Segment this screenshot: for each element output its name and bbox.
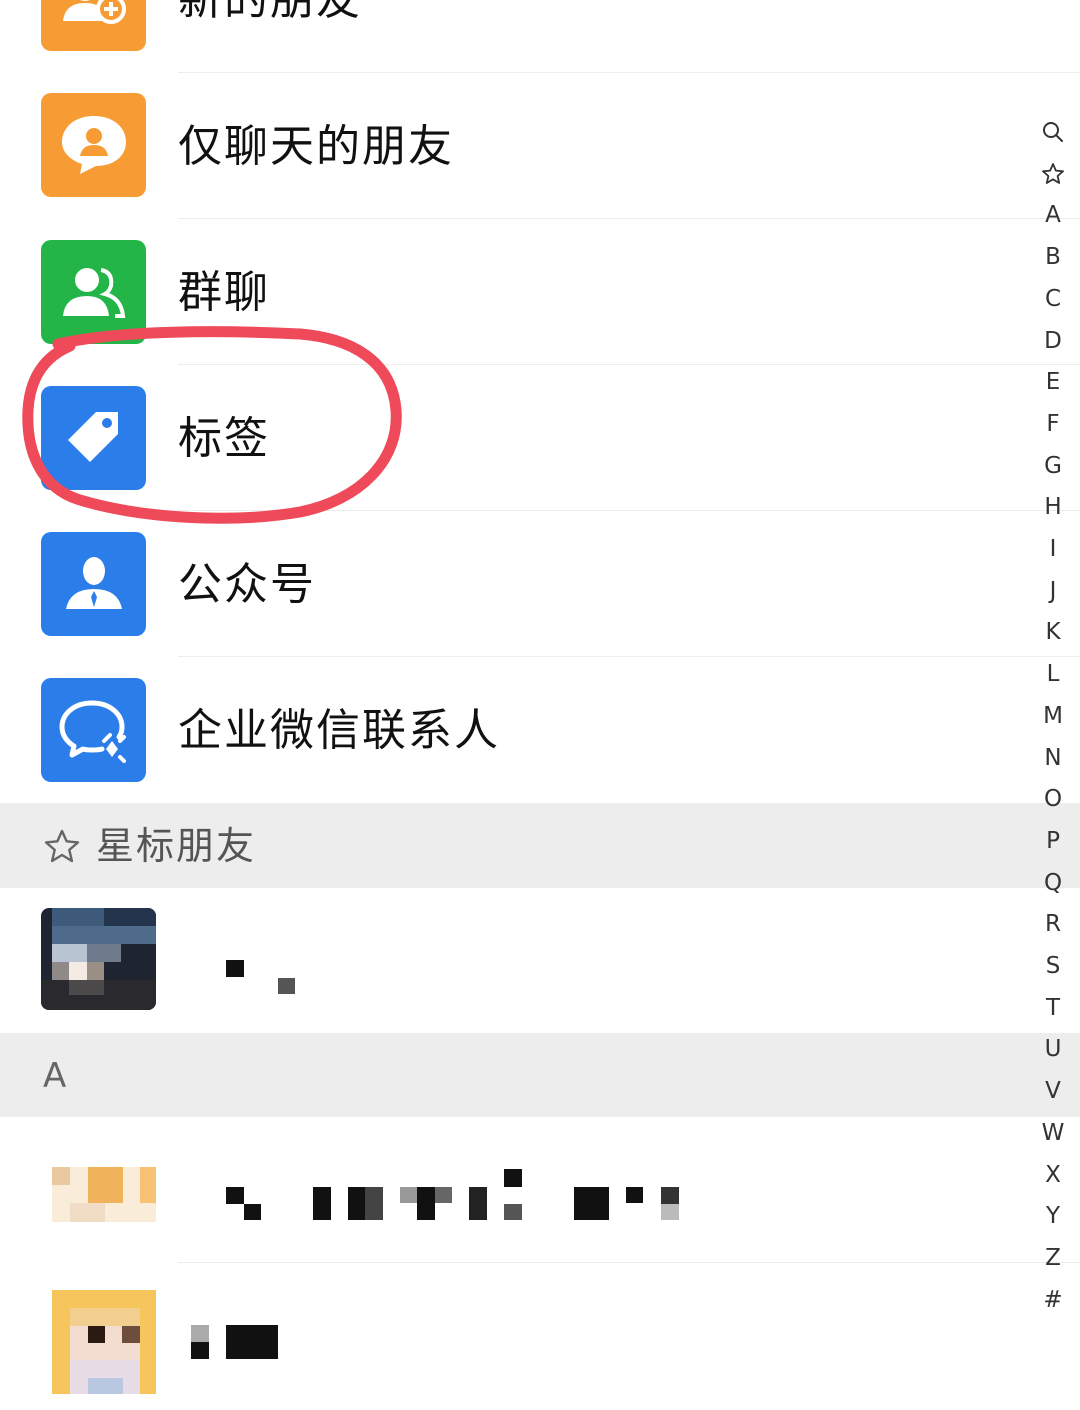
section-header-a: A	[0, 1033, 1080, 1117]
menu-label: 标签	[178, 413, 270, 464]
index-letter[interactable]: V	[1030, 1071, 1076, 1111]
index-letter[interactable]: X	[1030, 1155, 1076, 1195]
menu-label: 公众号	[178, 559, 316, 610]
index-letter[interactable]: J	[1030, 571, 1076, 611]
menu-label: 群聊	[178, 267, 270, 318]
menu-item-chat-only-friends[interactable]: 仅聊天的朋友	[0, 73, 1080, 219]
index-letter[interactable]: D	[1030, 321, 1076, 361]
index-search-icon[interactable]	[1030, 112, 1076, 152]
menu-item-tags[interactable]: 标签	[0, 365, 1080, 511]
index-letter[interactable]: U	[1030, 1029, 1076, 1069]
index-letter[interactable]: Q	[1030, 863, 1076, 903]
index-letter[interactable]: P	[1030, 821, 1076, 861]
contact-row[interactable]	[0, 1117, 1080, 1262]
chat-friend-icon	[41, 93, 146, 197]
group-chat-icon	[41, 240, 146, 344]
index-letter[interactable]: A	[1030, 195, 1076, 235]
index-letter[interactable]: N	[1030, 738, 1076, 778]
avatar	[52, 1290, 156, 1394]
index-letter[interactable]: G	[1030, 446, 1076, 486]
official-account-icon	[41, 532, 146, 636]
index-star-icon[interactable]	[1030, 154, 1076, 194]
menu-item-official-accounts[interactable]: 公众号	[0, 511, 1080, 657]
index-letter[interactable]: B	[1030, 237, 1076, 277]
menu-label: 新的朋友	[178, 0, 362, 22]
index-letter[interactable]: H	[1030, 487, 1076, 527]
section-title: A	[43, 1056, 69, 1096]
section-title: 星标朋友	[96, 824, 257, 868]
index-letter[interactable]: W	[1030, 1113, 1076, 1153]
index-letter[interactable]: K	[1030, 612, 1076, 652]
index-letter[interactable]: R	[1030, 904, 1076, 944]
menu-item-work-contacts[interactable]: 企业微信联系人	[0, 657, 1080, 803]
tag-icon	[41, 386, 146, 490]
menu-label: 企业微信联系人	[178, 705, 500, 756]
contact-row[interactable]	[0, 888, 1080, 1033]
index-letter[interactable]: #	[1030, 1280, 1076, 1320]
index-letter[interactable]: Z	[1030, 1238, 1076, 1278]
index-letter[interactable]: Y	[1030, 1196, 1076, 1236]
add-friend-icon	[41, 0, 146, 51]
index-letter[interactable]: C	[1030, 279, 1076, 319]
menu-item-new-friends[interactable]: 新的朋友	[0, 0, 1080, 73]
star-icon	[44, 829, 80, 863]
index-letter[interactable]: S	[1030, 946, 1076, 986]
menu-item-group-chats[interactable]: 群聊	[0, 219, 1080, 365]
avatar	[52, 1167, 156, 1222]
index-letter[interactable]: T	[1030, 988, 1076, 1028]
contact-row[interactable]	[0, 1263, 1080, 1410]
index-letter[interactable]: M	[1030, 696, 1076, 736]
index-letter[interactable]: O	[1030, 779, 1076, 819]
index-letter[interactable]: E	[1030, 362, 1076, 402]
avatar	[41, 908, 156, 1010]
work-contact-icon	[41, 678, 146, 782]
index-letter[interactable]: L	[1030, 654, 1076, 694]
section-header-starred: 星标朋友	[0, 803, 1080, 888]
index-letter[interactable]: F	[1030, 404, 1076, 444]
menu-label: 仅聊天的朋友	[178, 121, 454, 172]
index-letter[interactable]: I	[1030, 529, 1076, 569]
